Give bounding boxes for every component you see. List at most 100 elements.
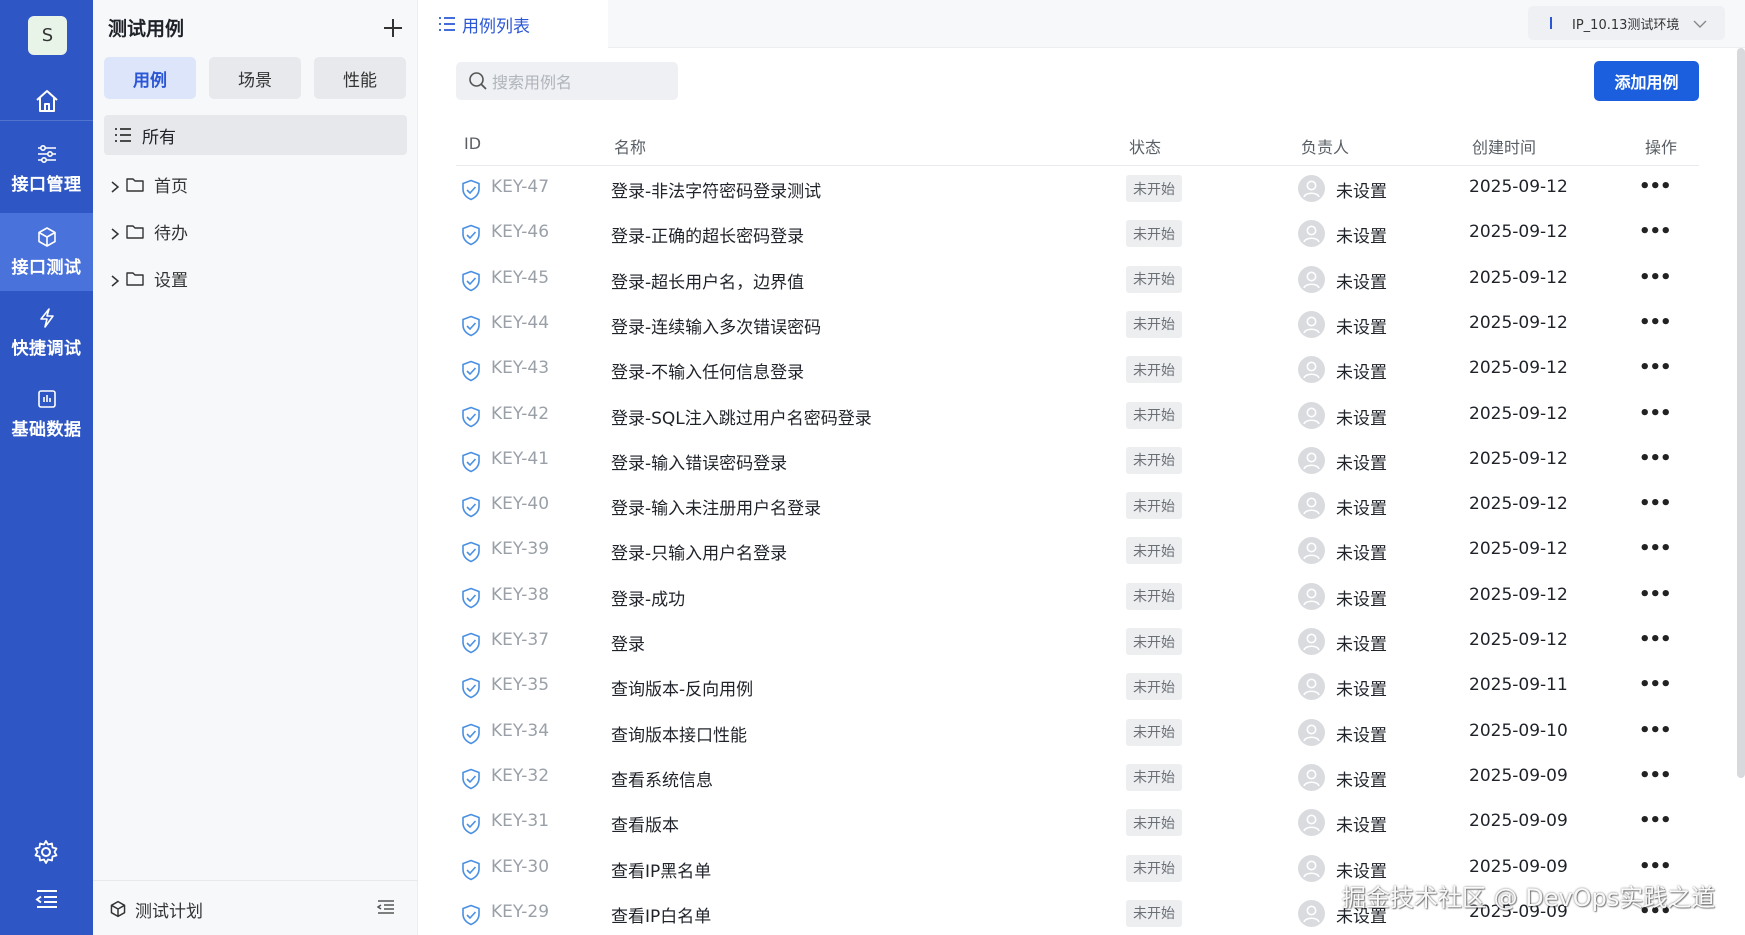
tree-item-home[interactable]: 首页 (110, 169, 188, 199)
case-name[interactable]: 登录-正确的超长密码登录 (611, 222, 804, 247)
scrollbar[interactable] (1737, 48, 1745, 778)
more-icon[interactable]: ••• (1639, 312, 1672, 334)
owner-name[interactable]: 未设置 (1336, 494, 1387, 519)
more-icon[interactable]: ••• (1639, 674, 1672, 696)
more-icon[interactable]: ••• (1639, 357, 1672, 379)
user-avatar[interactable]: S (28, 16, 67, 55)
case-name[interactable]: 查询版本-反向用例 (611, 675, 753, 700)
nav-base-data[interactable]: 基础数据 (0, 375, 93, 453)
more-icon[interactable]: ••• (1639, 810, 1672, 832)
owner-name[interactable]: 未设置 (1336, 585, 1387, 610)
table-row[interactable]: KEY-46 登录-正确的超长密码登录 未开始 未设置 2025-09-12 ••• (456, 211, 1699, 256)
segment-performance[interactable]: 性能 (314, 57, 406, 99)
table-row[interactable]: KEY-43 登录-不输入任何信息登录 未开始 未设置 2025-09-12 ••• (456, 347, 1699, 392)
case-name[interactable]: 登录-输入错误密码登录 (611, 449, 787, 474)
table-row[interactable]: KEY-34 查询版本接口性能 未开始 未设置 2025-09-10 ••• (456, 710, 1699, 755)
owner-avatar (1298, 899, 1325, 927)
environment-select[interactable]: IP_10.13测试环境 (1528, 6, 1725, 40)
table-row[interactable]: KEY-41 登录-输入错误密码登录 未开始 未设置 2025-09-12 ••• (456, 438, 1699, 483)
table-row[interactable]: KEY-32 查看系统信息 未开始 未设置 2025-09-09 ••• (456, 755, 1699, 800)
tab-case-list[interactable]: 用例列表 (418, 0, 608, 48)
home-icon[interactable] (30, 84, 64, 118)
chevron-right-icon[interactable] (110, 225, 120, 240)
owner-name[interactable]: 未设置 (1336, 449, 1387, 474)
case-name[interactable]: 查询版本接口性能 (611, 721, 747, 746)
collapse-menu-icon[interactable] (34, 888, 60, 912)
table-row[interactable]: KEY-42 登录-SQL注入跳过用户名密码登录 未开始 未设置 2025-09-12 •… (456, 393, 1699, 438)
plus-icon[interactable] (381, 16, 405, 40)
nav-quick-debug[interactable]: 快捷调试 (0, 294, 93, 372)
tree-item-all[interactable]: 所有 (104, 115, 407, 155)
more-icon[interactable]: ••• (1639, 765, 1672, 787)
table-row[interactable]: KEY-44 登录-连续输入多次错误密码 未开始 未设置 2025-09-12 ••• (456, 302, 1699, 347)
owner-name[interactable]: 未设置 (1336, 404, 1387, 429)
owner-name[interactable]: 未设置 (1336, 766, 1387, 791)
case-name[interactable]: 登录-SQL注入跳过用户名密码登录 (611, 404, 872, 429)
case-id: KEY-32 (491, 765, 550, 786)
more-icon[interactable]: ••• (1639, 629, 1672, 651)
table-row[interactable]: KEY-31 查看版本 未开始 未设置 2025-09-09 ••• (456, 800, 1699, 845)
collapse-panel-icon[interactable] (376, 899, 395, 915)
case-name[interactable]: 登录-成功 (611, 585, 685, 610)
table-row[interactable]: KEY-47 登录-非法字符密码登录测试 未开始 未设置 2025-09-12 ••• (456, 166, 1699, 211)
status-badge: 未开始 (1126, 220, 1182, 248)
more-icon[interactable]: ••• (1639, 584, 1672, 606)
env-label: IP_10.13测试环境 (1572, 17, 1680, 33)
chevron-right-icon[interactable] (110, 178, 120, 193)
table-row[interactable]: KEY-39 登录-只输入用户名登录 未开始 未设置 2025-09-12 ••• (456, 528, 1699, 573)
more-icon[interactable]: ••• (1639, 448, 1672, 470)
more-icon[interactable]: ••• (1639, 856, 1672, 878)
case-name[interactable]: 登录 (611, 630, 645, 655)
segment-scenes[interactable]: 场景 (209, 57, 301, 99)
case-name[interactable]: 登录-不输入任何信息登录 (611, 358, 804, 383)
case-name[interactable]: 登录-输入未注册用户名登录 (611, 494, 821, 519)
tree-item-settings[interactable]: 设置 (110, 263, 188, 293)
col-created[interactable]: 创建时间 (1472, 134, 1536, 158)
table-row[interactable]: KEY-38 登录-成功 未开始 未设置 2025-09-12 ••• (456, 574, 1699, 619)
col-id[interactable]: ID (464, 134, 481, 153)
nav-api-management[interactable]: 接口管理 (0, 130, 93, 208)
owner-name[interactable]: 未设置 (1336, 539, 1387, 564)
test-plan-footer[interactable]: 测试计划 (93, 880, 418, 935)
case-name[interactable]: 查看版本 (611, 811, 679, 836)
shield-check-icon (461, 496, 481, 518)
add-case-button[interactable]: 添加用例 (1594, 61, 1699, 101)
owner-name[interactable]: 未设置 (1336, 721, 1387, 746)
owner-name[interactable]: 未设置 (1336, 222, 1387, 247)
more-icon[interactable]: ••• (1639, 403, 1672, 425)
case-name[interactable]: 查看IP白名单 (611, 902, 711, 927)
owner-name[interactable]: 未设置 (1336, 630, 1387, 655)
owner-name[interactable]: 未设置 (1336, 177, 1387, 202)
col-status[interactable]: 状态 (1129, 134, 1161, 158)
case-name[interactable]: 登录-连续输入多次错误密码 (611, 313, 821, 338)
more-icon[interactable]: ••• (1639, 176, 1672, 198)
case-name[interactable]: 登录-超长用户名，边界值 (611, 268, 804, 293)
more-icon[interactable]: ••• (1639, 267, 1672, 289)
table-row[interactable]: KEY-40 登录-输入未注册用户名登录 未开始 未设置 2025-09-12 ••• (456, 483, 1699, 528)
case-name[interactable]: 查看IP黑名单 (611, 857, 711, 882)
tree-item-todo[interactable]: 待办 (110, 216, 188, 246)
owner-name[interactable]: 未设置 (1336, 811, 1387, 836)
case-name[interactable]: 登录-非法字符密码登录测试 (611, 177, 821, 202)
table-row[interactable]: KEY-35 查询版本-反向用例 未开始 未设置 2025-09-11 ••• (456, 664, 1699, 709)
more-icon[interactable]: ••• (1639, 538, 1672, 560)
case-name[interactable]: 查看系统信息 (611, 766, 713, 791)
nav-api-testing[interactable]: 接口测试 (0, 213, 93, 291)
more-icon[interactable]: ••• (1639, 720, 1672, 742)
gear-icon[interactable] (32, 838, 60, 866)
tree-node-label: 首页 (154, 176, 188, 197)
case-name[interactable]: 登录-只输入用户名登录 (611, 539, 787, 564)
owner-name[interactable]: 未设置 (1336, 268, 1387, 293)
more-icon[interactable]: ••• (1639, 493, 1672, 515)
segment-cases[interactable]: 用例 (104, 57, 196, 99)
table-row[interactable]: KEY-45 登录-超长用户名，边界值 未开始 未设置 2025-09-12 ••• (456, 257, 1699, 302)
owner-name[interactable]: 未设置 (1336, 313, 1387, 338)
owner-name[interactable]: 未设置 (1336, 675, 1387, 700)
col-name[interactable]: 名称 (614, 134, 646, 158)
col-owner[interactable]: 负责人 (1301, 134, 1349, 158)
chevron-right-icon[interactable] (110, 272, 120, 287)
more-icon[interactable]: ••• (1639, 221, 1672, 243)
search-input[interactable]: 搜索用例名 (456, 62, 678, 100)
table-row[interactable]: KEY-37 登录 未开始 未设置 2025-09-12 ••• (456, 619, 1699, 664)
owner-name[interactable]: 未设置 (1336, 358, 1387, 383)
